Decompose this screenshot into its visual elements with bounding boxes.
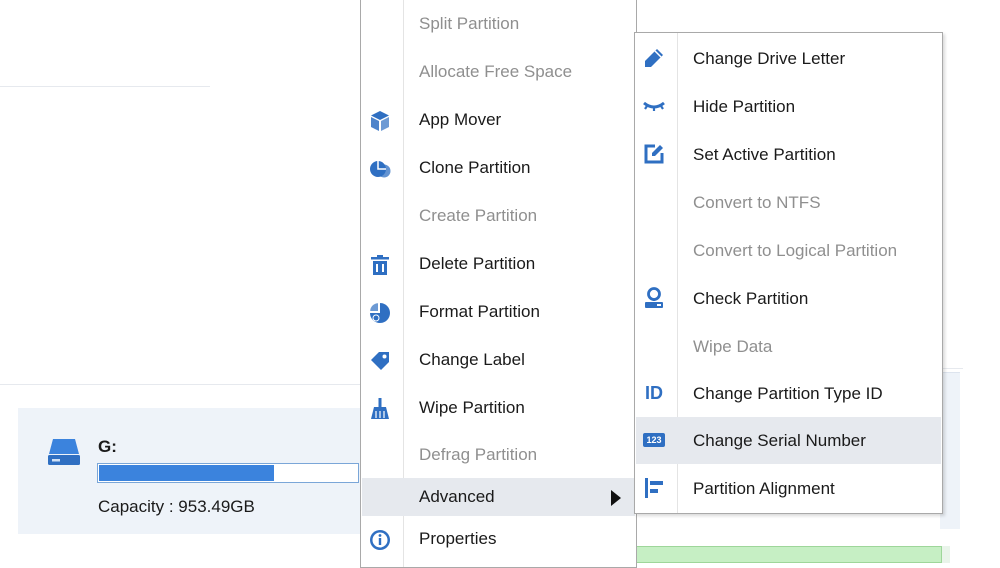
advanced-submenu: Change Drive Letter Hide Partition Set A… bbox=[634, 32, 943, 514]
menu-item-label: Create Partition bbox=[419, 206, 538, 225]
divider-line bbox=[0, 384, 360, 385]
pencil-icon bbox=[641, 45, 667, 71]
id-icon: ID bbox=[641, 380, 667, 406]
submenu-item-change-drive-letter[interactable]: Change Drive Letter bbox=[636, 35, 941, 82]
partition-bar bbox=[942, 546, 950, 563]
submenu-item-convert-to-logical-partition[interactable]: Convert to Logical Partition bbox=[636, 227, 941, 274]
menu-item-app-mover[interactable]: App Mover bbox=[362, 101, 635, 139]
menu-item-label: Change Partition Type ID bbox=[693, 383, 883, 403]
cube-icon bbox=[367, 108, 393, 134]
menu-item-allocate-free-space[interactable]: Allocate Free Space bbox=[362, 53, 635, 91]
partition-bar bbox=[636, 546, 942, 563]
serial-icon-text: 123 bbox=[643, 433, 665, 447]
submenu-item-wipe-data[interactable]: Wipe Data bbox=[636, 323, 941, 370]
partition-panel bbox=[940, 372, 960, 529]
submenu-item-convert-to-ntfs[interactable]: Convert to NTFS bbox=[636, 179, 941, 226]
menu-item-label: Format Partition bbox=[419, 302, 540, 321]
edit-box-icon bbox=[641, 141, 667, 167]
submenu-item-set-active-partition[interactable]: Set Active Partition bbox=[636, 131, 941, 178]
menu-item-label: Allocate Free Space bbox=[419, 62, 573, 81]
menu-item-label: Wipe Data bbox=[693, 336, 773, 356]
menu-item-label: Set Active Partition bbox=[693, 144, 836, 164]
trash-icon bbox=[367, 252, 393, 278]
format-icon bbox=[367, 300, 393, 326]
menu-item-label: Delete Partition bbox=[419, 254, 536, 273]
submenu-item-hide-partition[interactable]: Hide Partition bbox=[636, 83, 941, 130]
menu-item-label: Properties bbox=[419, 529, 497, 548]
id-icon-text: ID bbox=[645, 382, 663, 403]
menu-item-delete-partition[interactable]: Delete Partition bbox=[362, 245, 635, 283]
menu-item-clone-partition[interactable]: Clone Partition bbox=[362, 149, 635, 187]
info-icon bbox=[367, 527, 393, 553]
menu-item-advanced[interactable]: Advanced bbox=[362, 478, 635, 516]
menu-item-label: Change Label bbox=[419, 350, 525, 369]
submenu-arrow-icon bbox=[611, 490, 621, 506]
menu-item-create-partition[interactable]: Create Partition bbox=[362, 197, 635, 235]
disk-usage-fill bbox=[99, 465, 274, 481]
menu-item-label: Partition Alignment bbox=[693, 478, 835, 498]
menu-item-properties[interactable]: Properties bbox=[362, 520, 635, 558]
eye-closed-icon bbox=[641, 93, 667, 119]
menu-item-label: Check Partition bbox=[693, 288, 809, 308]
menu-item-defrag-partition[interactable]: Defrag Partition bbox=[362, 436, 635, 474]
divider-line bbox=[943, 368, 963, 369]
menu-item-label: Wipe Partition bbox=[419, 398, 525, 417]
menu-item-label: Change Serial Number bbox=[693, 430, 866, 450]
menu-item-label: App Mover bbox=[419, 110, 502, 129]
context-menu: Split Partition Allocate Free Space App … bbox=[360, 0, 637, 568]
menu-item-label: Convert to Logical Partition bbox=[693, 240, 898, 260]
menu-item-label: Change Drive Letter bbox=[693, 48, 846, 68]
menu-item-change-label[interactable]: Change Label bbox=[362, 341, 635, 379]
menu-item-label: Advanced bbox=[419, 487, 495, 506]
disk-name: G: bbox=[98, 437, 117, 456]
broom-icon bbox=[367, 396, 393, 422]
serial-icon: 123 bbox=[641, 427, 667, 453]
disk-capacity: Capacity : 953.49GB bbox=[98, 497, 255, 516]
submenu-item-partition-alignment[interactable]: Partition Alignment bbox=[636, 465, 941, 512]
submenu-item-change-partition-type-id[interactable]: ID Change Partition Type ID bbox=[636, 370, 941, 417]
submenu-item-change-serial-number[interactable]: 123 Change Serial Number bbox=[636, 417, 941, 464]
menu-item-wipe-partition[interactable]: Wipe Partition bbox=[362, 389, 635, 427]
menu-item-split-partition[interactable]: Split Partition bbox=[362, 5, 635, 43]
menu-item-label: Hide Partition bbox=[693, 96, 796, 116]
menu-item-label: Split Partition bbox=[419, 14, 520, 33]
menu-item-label: Convert to NTFS bbox=[693, 192, 821, 212]
clone-icon bbox=[367, 156, 393, 182]
align-icon bbox=[641, 475, 667, 501]
magnifier-drive-icon bbox=[641, 285, 667, 311]
drive-icon bbox=[48, 439, 80, 465]
menu-item-label: Clone Partition bbox=[419, 158, 531, 177]
divider-line bbox=[0, 86, 210, 87]
menu-item-format-partition[interactable]: Format Partition bbox=[362, 293, 635, 331]
disk-usage-bar bbox=[97, 463, 359, 483]
menu-item-label: Defrag Partition bbox=[419, 445, 538, 464]
tag-icon bbox=[367, 348, 393, 374]
submenu-item-check-partition[interactable]: Check Partition bbox=[636, 275, 941, 322]
